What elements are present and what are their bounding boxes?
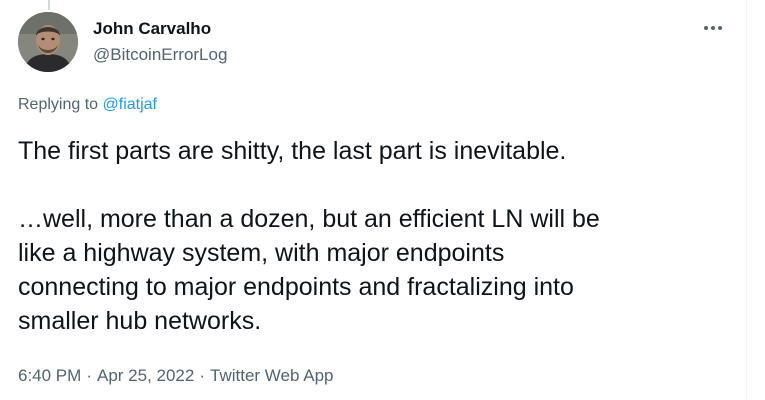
more-options-button[interactable] — [698, 16, 728, 40]
tweet-line: …well, more than a dozen, but an efficie… — [18, 205, 600, 233]
replying-to-label: Replying to — [18, 96, 103, 113]
meta-separator: · — [86, 366, 92, 385]
author-display-name[interactable]: John Carvalho — [93, 19, 211, 39]
tweet-timestamp-date[interactable]: Apr 25, 2022 — [97, 366, 194, 386]
thread-connector-line — [48, 0, 50, 10]
meta-separator: · — [199, 366, 206, 385]
tweet-line: like a highway system, with major endpoi… — [18, 239, 505, 267]
tweet-text: The first parts are shitty, the last par… — [18, 134, 730, 338]
avatar[interactable] — [18, 12, 78, 72]
tweet-timestamp-time[interactable]: 6:40 PM — [18, 366, 81, 386]
author-handle[interactable]: @BitcoinErrorLog — [93, 45, 227, 65]
avatar-photo-icon — [18, 12, 78, 72]
tweet-line: smaller hub networks. — [18, 307, 262, 335]
tweet-metadata: 6:40 PM · Apr 25, 2022 · Twitter Web App — [18, 366, 333, 386]
tweet-paragraph-1: The first parts are shitty, the last par… — [18, 137, 567, 165]
replying-to-line: Replying to @fiatjaf — [18, 96, 157, 114]
tweet-source: Twitter Web App — [210, 366, 334, 385]
reply-mention-link[interactable]: @fiatjaf — [103, 96, 157, 113]
tweet-line: connecting to major endpoints and fracta… — [18, 273, 574, 301]
more-dots-icon — [704, 26, 722, 30]
column-divider — [746, 0, 747, 400]
